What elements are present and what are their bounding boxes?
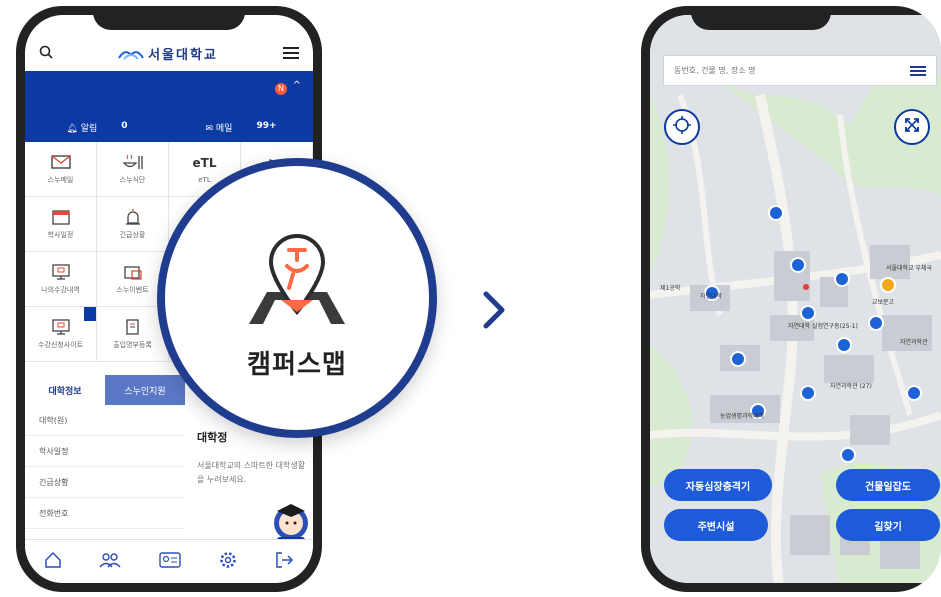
shortcut-label: eTL bbox=[198, 176, 211, 184]
map-marker[interactable] bbox=[768, 205, 784, 221]
monitor-icon bbox=[50, 263, 72, 281]
hamburger-menu-icon[interactable] bbox=[910, 61, 926, 80]
locate-button[interactable] bbox=[664, 109, 700, 145]
mail-label: 메일 bbox=[215, 124, 233, 134]
map-label: 농업생명과학대학 bbox=[720, 413, 765, 420]
user-summary-bar: N ^ 🔔︎ 알림 0 ✉ 메일 99+ bbox=[25, 71, 313, 142]
crosshair-icon bbox=[673, 116, 691, 138]
expand-arrows-icon bbox=[904, 117, 920, 137]
shortcut-emergency[interactable]: 긴급상황 bbox=[97, 197, 169, 252]
bell-icon: 🔔︎ bbox=[66, 124, 78, 134]
map-marker[interactable] bbox=[840, 447, 856, 463]
map-marker[interactable] bbox=[834, 271, 850, 287]
mail-stat[interactable]: ✉ 메일 99+ bbox=[169, 121, 313, 134]
phone-notch bbox=[93, 6, 245, 30]
map-label: 자연대학 실험연구동(25-1) bbox=[788, 323, 858, 330]
shortcut-label: 긴급상황 bbox=[119, 231, 146, 239]
search-icon[interactable] bbox=[39, 44, 53, 63]
list-item[interactable]: 긴급상황 bbox=[25, 467, 185, 498]
shortcut-calendar[interactable]: 학사일정 bbox=[25, 197, 97, 252]
hamburger-menu-icon[interactable] bbox=[283, 44, 299, 63]
expand-button[interactable] bbox=[894, 109, 930, 145]
shortcut-label: 수강신청사이트 bbox=[37, 341, 84, 349]
campus-map-label: 캠퍼스맵 bbox=[247, 350, 347, 380]
campus-map-pin-icon bbox=[237, 216, 357, 332]
map-marker[interactable] bbox=[836, 337, 852, 353]
map-label: 제1공학 bbox=[660, 285, 681, 292]
collapse-chevron-icon[interactable]: ^ bbox=[293, 80, 301, 91]
info-list: 대학(원) 학사일정 긴급상황 전화번호 모금캠페인 bbox=[25, 405, 185, 560]
map-label: 교보문고 bbox=[872, 299, 895, 306]
bottom-navigation bbox=[25, 539, 313, 583]
map-search-bar bbox=[663, 55, 937, 86]
building-info-button[interactable]: 건물일잡도 bbox=[836, 469, 940, 501]
list-item[interactable]: 전화번호 bbox=[25, 498, 185, 529]
chevron-right-icon bbox=[478, 290, 508, 330]
directions-button[interactable]: 길찾기 bbox=[836, 509, 940, 541]
event-icon bbox=[122, 263, 144, 281]
shortcut-label: 나의수강내역 bbox=[41, 286, 80, 294]
document-icon bbox=[122, 318, 144, 336]
siren-icon bbox=[122, 208, 144, 226]
phone-notch bbox=[691, 6, 831, 30]
map-marker[interactable] bbox=[730, 351, 746, 367]
monitor-icon bbox=[50, 318, 72, 336]
id-card-icon[interactable] bbox=[159, 551, 181, 572]
home-icon[interactable] bbox=[44, 551, 62, 573]
map-marker[interactable] bbox=[800, 385, 816, 401]
logo-mark-icon bbox=[118, 50, 144, 60]
list-item[interactable]: 대학(원) bbox=[25, 405, 185, 436]
alert-label: 알림 bbox=[80, 124, 98, 134]
campus-map-canvas[interactable]: 자연대학 서울대학교 우체국 교보문고 자연과학관 농업생명과학대학 제1공학 … bbox=[650, 15, 941, 583]
map-label: 자연과학관 (27) bbox=[830, 383, 872, 390]
shortcut-label: 스누메일 bbox=[47, 176, 74, 184]
new-badge: N bbox=[275, 83, 287, 95]
right-phone-frame: 자연대학 서울대학교 우체국 교보문고 자연과학관 농업생명과학대학 제1공학 … bbox=[641, 6, 941, 592]
promo-description: 서울대학교의 스마트한 대학생활을 누려보세요. bbox=[197, 461, 306, 484]
nearby-facilities-button[interactable]: 주변시설 bbox=[664, 509, 768, 541]
people-icon[interactable] bbox=[99, 551, 121, 573]
aed-button[interactable]: 자동심장충격기 bbox=[664, 469, 772, 501]
list-item[interactable]: 학사일정 bbox=[25, 436, 185, 467]
calendar-icon bbox=[50, 208, 72, 226]
map-marker[interactable] bbox=[880, 277, 896, 293]
shortcut-label: 학사일정 bbox=[47, 231, 74, 239]
map-marker[interactable] bbox=[868, 315, 884, 331]
gear-icon[interactable] bbox=[219, 551, 237, 573]
shortcut-label: 출입명부등록 bbox=[113, 341, 152, 349]
map-label: 서울대학교 우체국 bbox=[886, 265, 933, 272]
meal-icon bbox=[122, 153, 144, 171]
mail-icon bbox=[50, 153, 72, 171]
map-search-input[interactable] bbox=[674, 66, 910, 75]
map-marker[interactable] bbox=[790, 257, 806, 273]
university-logo[interactable]: 서울대학교 bbox=[118, 44, 218, 63]
shortcut-label: 스누식단 bbox=[119, 176, 146, 184]
envelope-icon: ✉ bbox=[205, 124, 214, 134]
shortcut-label: 스누이벤트 bbox=[116, 286, 149, 294]
map-label: 자연대학 bbox=[700, 293, 723, 300]
etl-icon: eTL bbox=[192, 156, 217, 170]
campus-map-magnifier: 캠퍼스맵 bbox=[157, 158, 437, 438]
new-ribbon bbox=[84, 307, 96, 321]
alert-stat[interactable]: 🔔︎ 알림 0 bbox=[25, 121, 169, 134]
alert-count: 0 bbox=[121, 121, 128, 131]
shortcut-meal[interactable]: 스누식단 bbox=[97, 142, 169, 197]
map-label: 자연과학관 bbox=[900, 339, 928, 346]
tab-university-info[interactable]: 대학정보 bbox=[25, 375, 105, 405]
shortcut-my-courses[interactable]: 나의수강내역 bbox=[25, 252, 97, 307]
shortcut-course-registration[interactable]: 수강신청사이트 bbox=[25, 307, 97, 362]
stats-row: 🔔︎ 알림 0 ✉ 메일 99+ bbox=[25, 121, 313, 134]
map-marker[interactable] bbox=[906, 385, 922, 401]
map-marker[interactable] bbox=[800, 305, 816, 321]
right-phone-screen: 자연대학 서울대학교 우체국 교보문고 자연과학관 농업생명과학대학 제1공학 … bbox=[650, 15, 941, 583]
shortcut-mail[interactable]: 스누메일 bbox=[25, 142, 97, 197]
logo-text: 서울대학교 bbox=[148, 48, 218, 63]
mail-count: 99+ bbox=[256, 121, 277, 131]
logout-icon[interactable] bbox=[274, 551, 294, 573]
